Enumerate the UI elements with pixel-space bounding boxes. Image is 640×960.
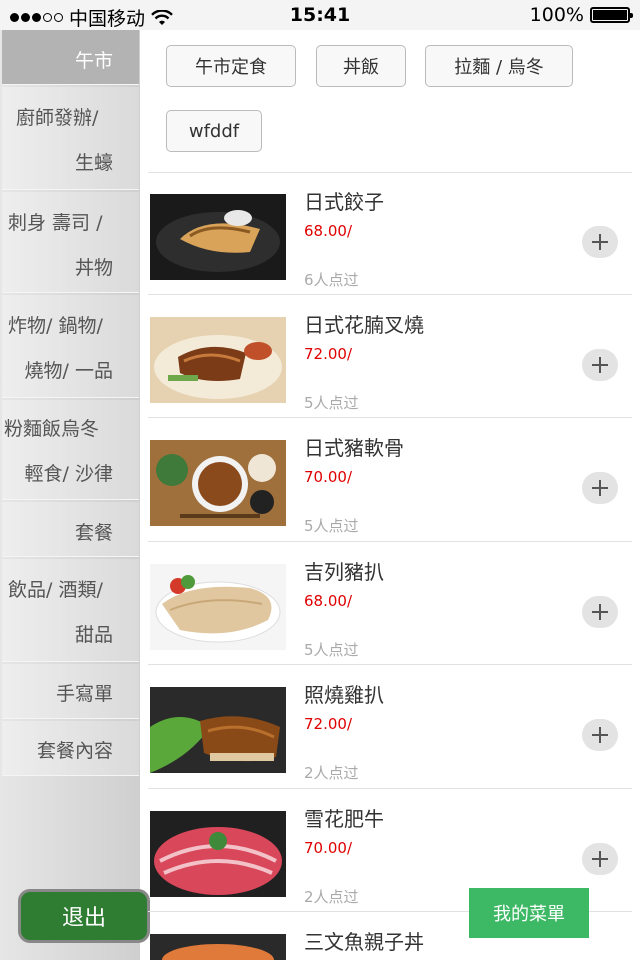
add-to-order-button[interactable]: [582, 719, 618, 751]
sidebar-item-chef[interactable]: 廚師發辦/ 生蠔: [2, 87, 139, 190]
dish-image: [150, 194, 286, 280]
plus-icon: [592, 727, 608, 743]
dish-name: 日式花腩叉燒: [304, 313, 424, 337]
category-chip-ramen-udon[interactable]: 拉麵 / 烏冬: [425, 45, 573, 87]
sidebar-item-label: 午市: [74, 50, 113, 72]
sidebar-item-set[interactable]: 套餐: [2, 502, 139, 557]
status-right: 100%: [529, 4, 633, 26]
add-to-order-button[interactable]: [582, 349, 618, 381]
plus-icon: [592, 357, 608, 373]
dish-price: 68.00/: [304, 222, 352, 240]
sidebar-item-label: 套餐: [74, 522, 113, 544]
dish-order-count: 5人点过: [304, 641, 359, 659]
plus-icon: [592, 851, 608, 867]
dish-name: 日式餃子: [304, 190, 384, 214]
sidebar-item-label: 輕食/ 沙律: [24, 463, 113, 485]
sidebar-item-label: 手寫單: [55, 683, 113, 705]
plus-icon: [592, 234, 608, 250]
dish-order-count: 2人点过: [304, 888, 359, 906]
sidebar-item-sashimi[interactable]: 刺身 壽司 / 丼物: [2, 192, 139, 293]
battery-percent: 100%: [529, 4, 584, 26]
dish-row[interactable]: 日式餃子 68.00/ 6人点过: [148, 172, 640, 295]
sidebar-item-label: 甜品: [74, 624, 113, 646]
dish-order-count: 5人点过: [304, 394, 359, 412]
battery-icon: [590, 7, 633, 23]
dish-price: 72.00/: [304, 345, 352, 363]
sidebar-item-noodles[interactable]: 粉麵飯烏冬 輕食/ 沙律: [2, 400, 139, 500]
dish-image: [150, 687, 286, 773]
sidebar-item-label: 燒物/ 一品: [24, 360, 113, 382]
sidebar-item-fried[interactable]: 炸物/ 鍋物/ 燒物/ 一品: [2, 295, 139, 398]
add-to-order-button[interactable]: [582, 226, 618, 258]
sidebar-item-label: 飲品/ 酒類/: [8, 579, 103, 601]
dish-name: 日式豬軟骨: [304, 436, 404, 460]
dish-row[interactable]: 日式花腩叉燒 72.00/ 5人点过: [148, 295, 640, 418]
sidebar-item-label: 套餐內容: [36, 740, 113, 762]
category-sidebar: 午市 廚師發辦/ 生蠔 刺身 壽司 / 丼物 炸物/ 鍋物/ 燒物/ 一品 粉麵…: [0, 30, 140, 960]
plus-icon: [592, 480, 608, 496]
dish-price: 70.00/: [304, 468, 352, 486]
plus-icon: [592, 604, 608, 620]
dish-image: [150, 811, 286, 897]
dish-row[interactable]: 照燒雞扒 72.00/ 2人点过: [148, 665, 640, 788]
sidebar-item-label: 丼物: [74, 257, 113, 279]
sidebar-item-handwritten[interactable]: 手寫單: [2, 664, 139, 719]
sidebar-item-lunch[interactable]: 午市: [2, 30, 139, 85]
category-chip-wfddf[interactable]: wfddf: [166, 110, 262, 152]
dish-row[interactable]: 日式豬軟骨 70.00/ 5人点过: [148, 418, 640, 541]
dish-price: 72.00/: [304, 715, 352, 733]
dish-name: 三文魚親子丼: [304, 930, 424, 954]
dish-order-count: 2人点过: [304, 764, 359, 782]
category-chip-rice-bowl[interactable]: 丼飯: [316, 45, 406, 87]
logout-button[interactable]: 退出: [18, 889, 150, 943]
sidebar-item-label: 粉麵飯烏冬: [4, 418, 100, 440]
dish-name: 雪花肥牛: [304, 807, 384, 831]
dish-image: [150, 317, 286, 403]
add-to-order-button[interactable]: [582, 596, 618, 628]
dish-order-count: 6人点过: [304, 271, 359, 289]
dish-image: [150, 564, 286, 650]
dish-image: [150, 440, 286, 526]
sidebar-item-label: 廚師發辦/: [16, 107, 99, 129]
my-menu-button[interactable]: 我的菜單: [469, 888, 589, 938]
dish-image: [150, 934, 286, 960]
dish-row[interactable]: 吉列豬扒 68.00/ 5人点过: [148, 542, 640, 665]
dish-order-count: 5人点过: [304, 517, 359, 535]
sidebar-item-label: 生蠔: [74, 152, 113, 174]
sidebar-item-set-contents[interactable]: 套餐內容: [2, 721, 139, 776]
status-bar: 中国移动 15:41 100%: [0, 0, 640, 30]
dish-price: 68.00/: [304, 592, 352, 610]
sidebar-item-label: 刺身 壽司 /: [8, 212, 103, 234]
category-chip-lunch-set[interactable]: 午市定食: [166, 45, 296, 87]
dish-price: 70.00/: [304, 839, 352, 857]
add-to-order-button[interactable]: [582, 843, 618, 875]
add-to-order-button[interactable]: [582, 472, 618, 504]
dish-name: 吉列豬扒: [304, 560, 384, 584]
sidebar-item-label: 炸物/ 鍋物/: [8, 315, 103, 337]
dish-name: 照燒雞扒: [304, 683, 384, 707]
sidebar-item-drinks[interactable]: 飲品/ 酒類/ 甜品: [2, 559, 139, 662]
